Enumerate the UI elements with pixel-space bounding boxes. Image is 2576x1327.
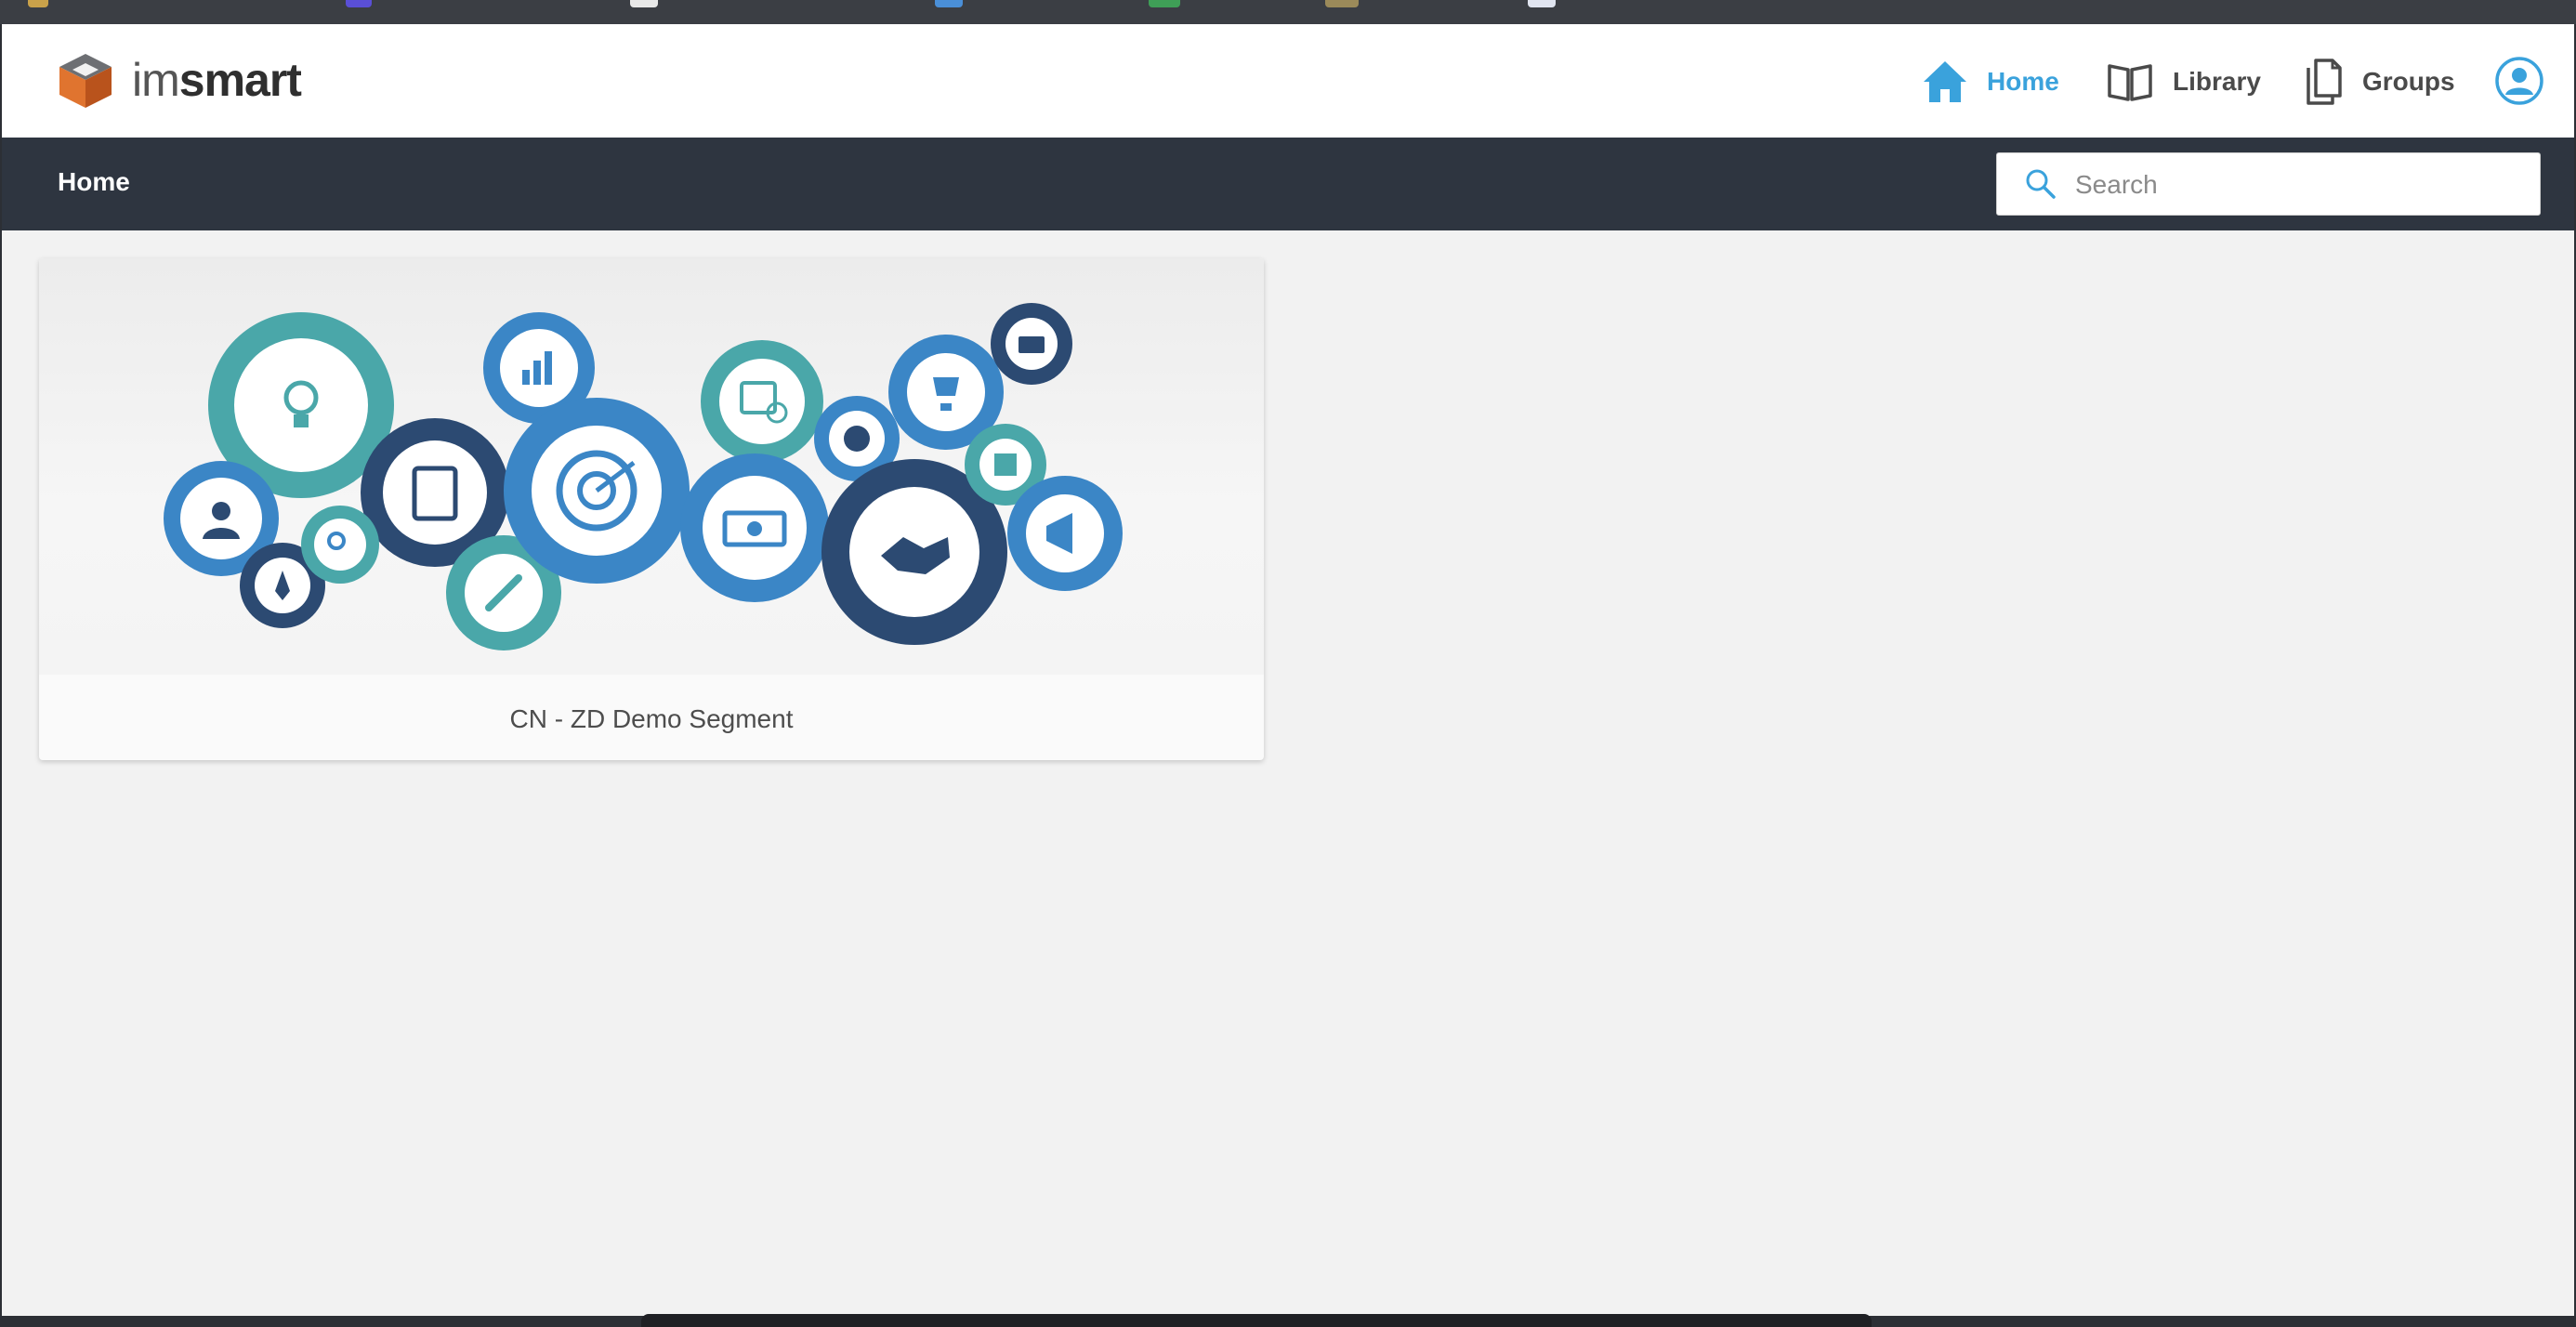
segment-card[interactable]: CN - ZD Demo Segment [39, 258, 1264, 760]
bookmark-icon[interactable] [935, 0, 963, 7]
bookmark-icon[interactable] [630, 0, 658, 7]
bookmark-icon[interactable] [1149, 0, 1180, 7]
search-icon [2026, 169, 2056, 199]
card-thumbnail [39, 258, 1264, 675]
nav-library[interactable]: Library [2106, 56, 2261, 108]
search-box[interactable] [1996, 152, 2541, 216]
documents-icon [2307, 59, 2342, 105]
home-icon [1924, 61, 1966, 102]
cube-logo-icon [59, 54, 112, 108]
bookmark-icon[interactable] [28, 0, 48, 7]
app-name-light: im [132, 54, 180, 106]
bookmark-icon[interactable] [346, 0, 372, 7]
app-name: imsmart [132, 54, 302, 106]
user-circle-icon[interactable] [2494, 56, 2544, 106]
nav-home[interactable]: Home [1922, 56, 2059, 108]
os-dock [641, 1314, 1872, 1327]
card-title[interactable]: CN - ZD Demo Segment [39, 704, 1264, 734]
bookmarks-bar [0, 0, 2576, 24]
bookmark-icon[interactable] [1325, 0, 1359, 7]
breadcrumb[interactable]: Home [58, 167, 130, 197]
nav-library-label: Library [2173, 67, 2261, 96]
gears-illustration [164, 303, 1123, 650]
sub-header-bar: Home [2, 138, 2574, 230]
nav-groups-label: Groups [2362, 67, 2455, 96]
bookmark-icon[interactable] [1528, 0, 1556, 7]
top-navigation-bar: imsmart Home Library Groups [2, 24, 2574, 138]
nav-home-label: Home [1987, 67, 2059, 96]
search-input[interactable] [2073, 163, 2523, 207]
app-logo[interactable]: imsmart [56, 50, 302, 110]
app-name-bold: smart [178, 54, 302, 106]
browser-window: imsmart Home Library Groups Home Search … [2, 24, 2574, 1316]
nav-groups[interactable]: Groups [2305, 56, 2455, 108]
book-icon [2108, 64, 2152, 101]
